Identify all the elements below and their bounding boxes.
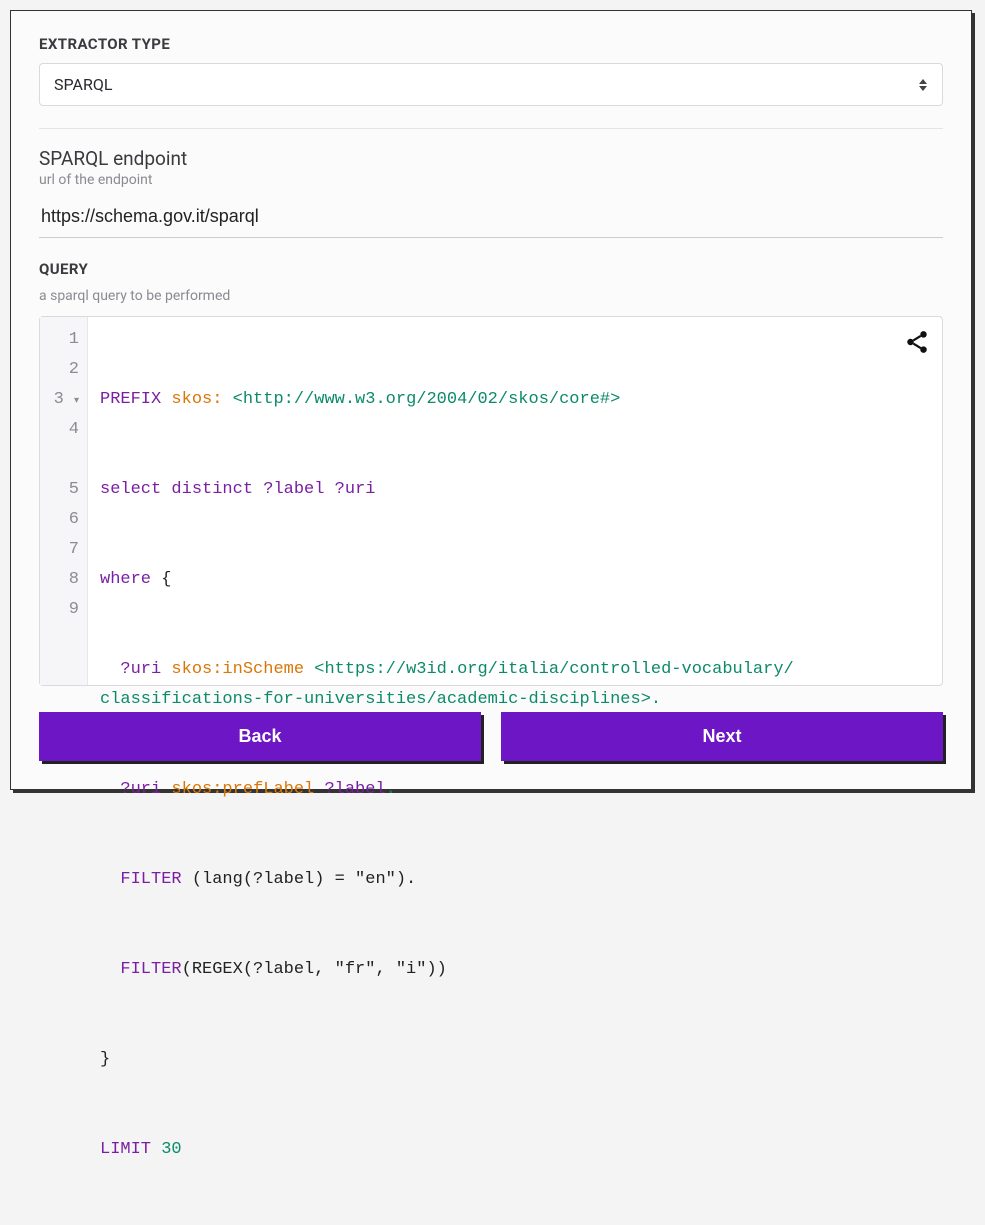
share-icon[interactable] bbox=[904, 329, 930, 367]
config-panel: EXTRACTOR TYPE SPARQL SPARQL endpoint ur… bbox=[10, 10, 972, 790]
chevron-sort-icon bbox=[918, 78, 928, 92]
editor-code[interactable]: PREFIX skos: <http://www.w3.org/2004/02/… bbox=[88, 317, 806, 685]
editor-gutter: 1 2 3 ▾ 4 5 6 7 8 9 bbox=[40, 317, 88, 685]
extractor-type-label: EXTRACTOR TYPE bbox=[39, 35, 943, 53]
endpoint-help: url of the endpoint bbox=[39, 172, 943, 188]
fold-icon[interactable]: ▾ bbox=[74, 396, 79, 407]
endpoint-label: SPARQL endpoint bbox=[39, 147, 943, 170]
endpoint-input[interactable] bbox=[39, 200, 943, 238]
extractor-type-value: SPARQL bbox=[54, 75, 112, 94]
query-editor[interactable]: 1 2 3 ▾ 4 5 6 7 8 9 PREFIX skos: <http:/… bbox=[39, 316, 943, 686]
query-label: QUERY bbox=[39, 260, 943, 278]
query-help: a sparql query to be performed bbox=[39, 288, 943, 304]
extractor-type-select[interactable]: SPARQL bbox=[39, 63, 943, 106]
divider bbox=[39, 128, 943, 129]
